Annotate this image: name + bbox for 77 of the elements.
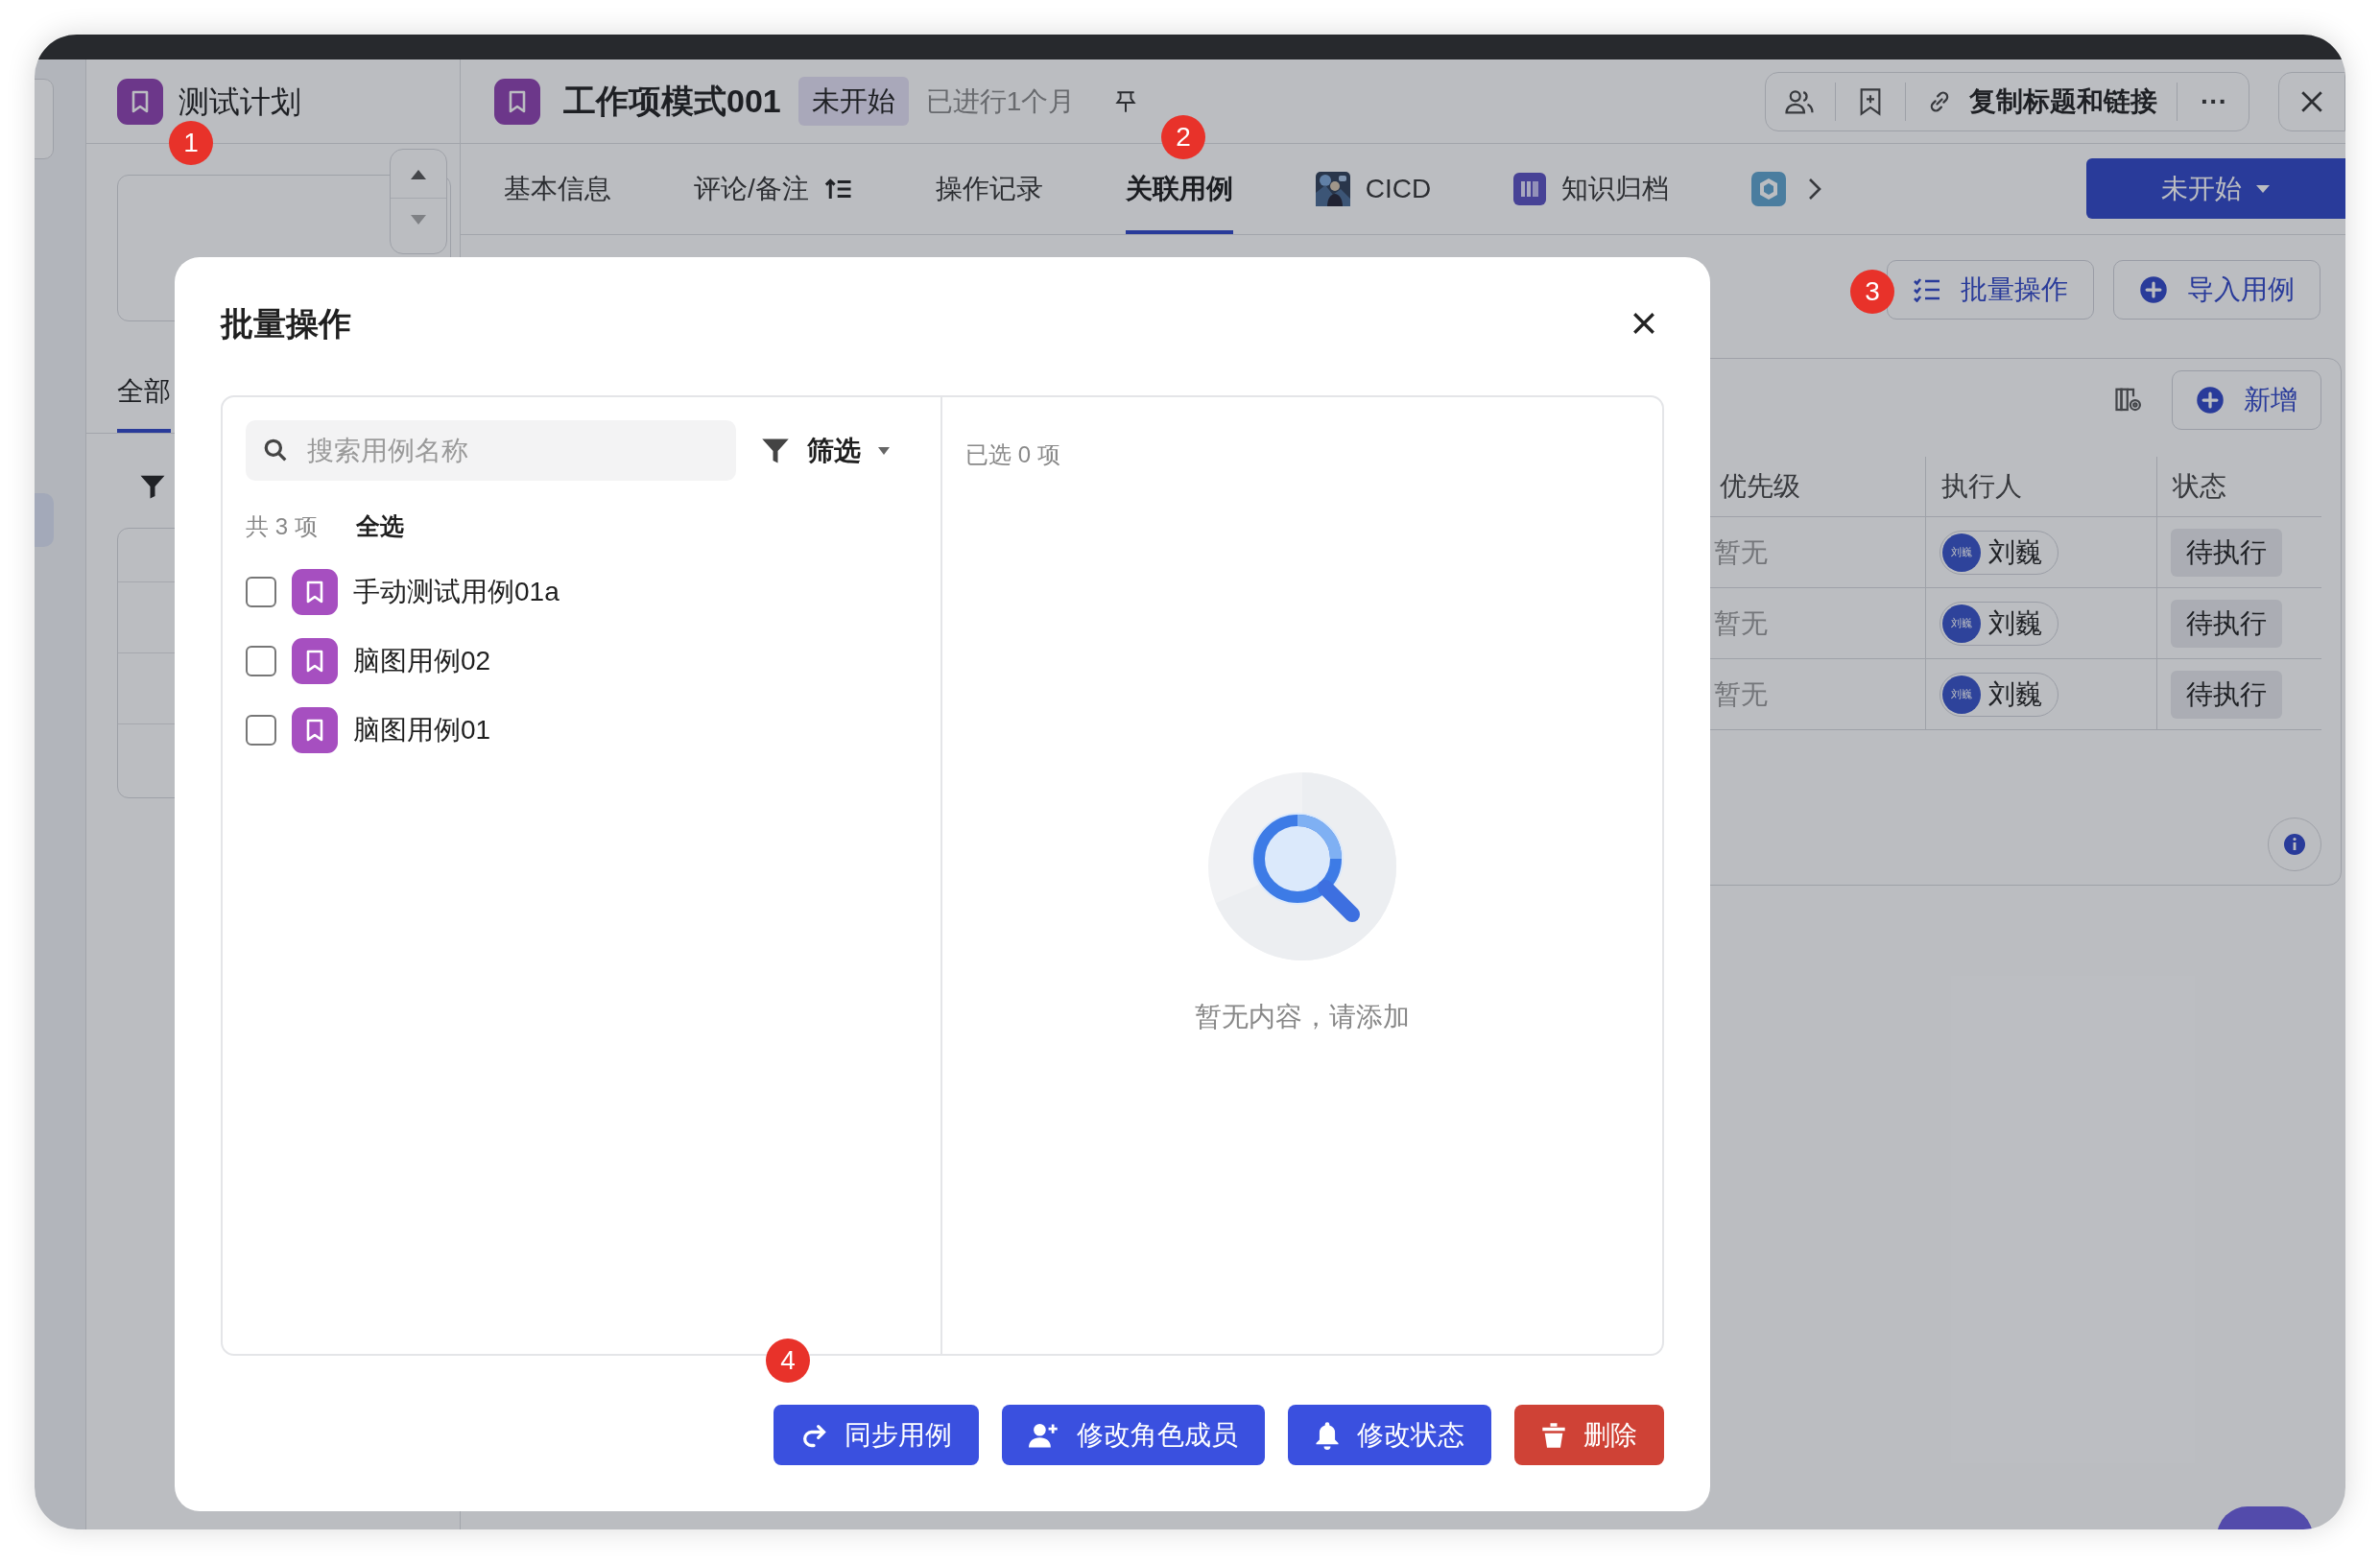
column-header: 状态 <box>2156 457 2321 516</box>
tab[interactable]: CICD <box>1315 144 1432 234</box>
tab[interactable]: 评论/备注 <box>694 144 853 234</box>
user-chip[interactable]: 刘巍 刘巍 <box>1940 672 2059 717</box>
user-chip[interactable]: 刘巍 刘巍 <box>1940 601 2059 646</box>
bookmark-icon <box>292 638 338 684</box>
status-tag: 待执行 <box>2171 670 2282 719</box>
checkbox[interactable] <box>246 646 276 676</box>
user-name: 刘巍 <box>1988 535 2042 569</box>
tab[interactable]: 知识归档 <box>1513 144 1670 234</box>
checkbox[interactable] <box>246 577 276 607</box>
dialog-title: 批量操作 <box>221 303 351 344</box>
tab[interactable]: 操作记录 <box>935 144 1043 234</box>
filter-button[interactable]: 筛选 <box>761 430 890 471</box>
user-name: 刘巍 <box>1988 606 2042 640</box>
empty-text: 暂无内容，请添加 <box>1195 1000 1410 1033</box>
bookmark-icon <box>494 78 540 125</box>
status-tag: 待执行 <box>2171 599 2282 648</box>
user-chip[interactable]: 刘巍 刘巍 <box>1940 530 2059 575</box>
avatar: 刘巍 <box>1942 604 1981 643</box>
checkbox[interactable] <box>246 715 276 746</box>
action-button[interactable]: 同步用例 <box>774 1405 979 1465</box>
copy-link-button[interactable]: 复制标题和链接 <box>1925 81 2157 122</box>
action-button[interactable]: 修改角色成员 <box>1002 1405 1265 1465</box>
status-badge: 未开始 <box>797 76 909 127</box>
search-icon <box>263 438 288 462</box>
bell-icon <box>1315 1420 1340 1450</box>
up-icon[interactable] <box>410 169 427 180</box>
trash-icon <box>1541 1421 1566 1449</box>
step-badge: 1 <box>169 121 213 165</box>
panel-title: 测试计划 <box>178 83 301 121</box>
step-badge: 3 <box>1850 270 1894 314</box>
case-name[interactable]: 脑图用例01 <box>353 710 491 750</box>
avatar: 刘巍 <box>1942 675 1981 714</box>
user-name: 刘巍 <box>1988 677 2042 711</box>
selected-count: 已选 0 项 <box>965 440 1061 469</box>
column-header: 优先级 <box>1719 470 1801 503</box>
books-icon <box>1513 173 1547 205</box>
action-button[interactable]: 批量操作 <box>1887 260 2094 320</box>
column-header: 执行人 <box>1925 457 2156 516</box>
bookmark-icon <box>292 569 338 615</box>
action-button[interactable]: 导入用例 <box>2113 260 2320 320</box>
plus-icon <box>2139 275 2168 304</box>
item-title: 工作项模式001 <box>563 82 781 121</box>
checklist-icon <box>1913 277 1941 302</box>
sort-icon <box>823 177 853 201</box>
plus-icon <box>2196 386 2225 415</box>
close-icon <box>1631 311 1656 336</box>
close-button[interactable] <box>1631 311 1656 336</box>
table-cell-text: 暂无 <box>1713 535 1769 569</box>
info-button[interactable] <box>2268 818 2321 871</box>
avatar: 刘巍 <box>1942 533 1981 572</box>
caret-icon <box>2255 183 2271 194</box>
select-all-link[interactable]: 全选 <box>355 509 404 545</box>
search-field[interactable]: 搜索用例名称 <box>246 420 736 481</box>
tab[interactable]: 全部 <box>117 371 171 433</box>
step-badge: 2 <box>1161 115 1205 159</box>
add-button[interactable]: 新增 <box>2172 370 2321 430</box>
table-cell-text: 暂无 <box>1713 677 1769 711</box>
add-user-icon <box>1029 1421 1059 1449</box>
tab[interactable]: 基本信息 <box>504 144 611 234</box>
count-text: 共 3 项 <box>246 512 318 541</box>
caret-icon <box>878 446 890 455</box>
more-button[interactable]: ··· <box>2197 81 2231 122</box>
app-icon <box>1751 172 1787 206</box>
info-icon <box>2283 833 2306 856</box>
action-button[interactable]: 修改状态 <box>1288 1405 1491 1465</box>
case-name[interactable]: 手动测试用例01a <box>353 572 559 612</box>
status-tag: 待执行 <box>2171 528 2282 577</box>
bookmark-icon <box>292 707 338 753</box>
case-name[interactable]: 脑图用例02 <box>353 641 491 681</box>
chevron-right-icon[interactable] <box>1807 177 1823 201</box>
elapsed-text: 已进行1个月 <box>925 84 1076 118</box>
action-button[interactable]: 删除 <box>1514 1405 1664 1465</box>
status-dropdown[interactable]: 未开始 <box>2086 158 2345 219</box>
bookmark-icon <box>117 78 163 125</box>
table-cell-text: 暂无 <box>1713 606 1769 640</box>
